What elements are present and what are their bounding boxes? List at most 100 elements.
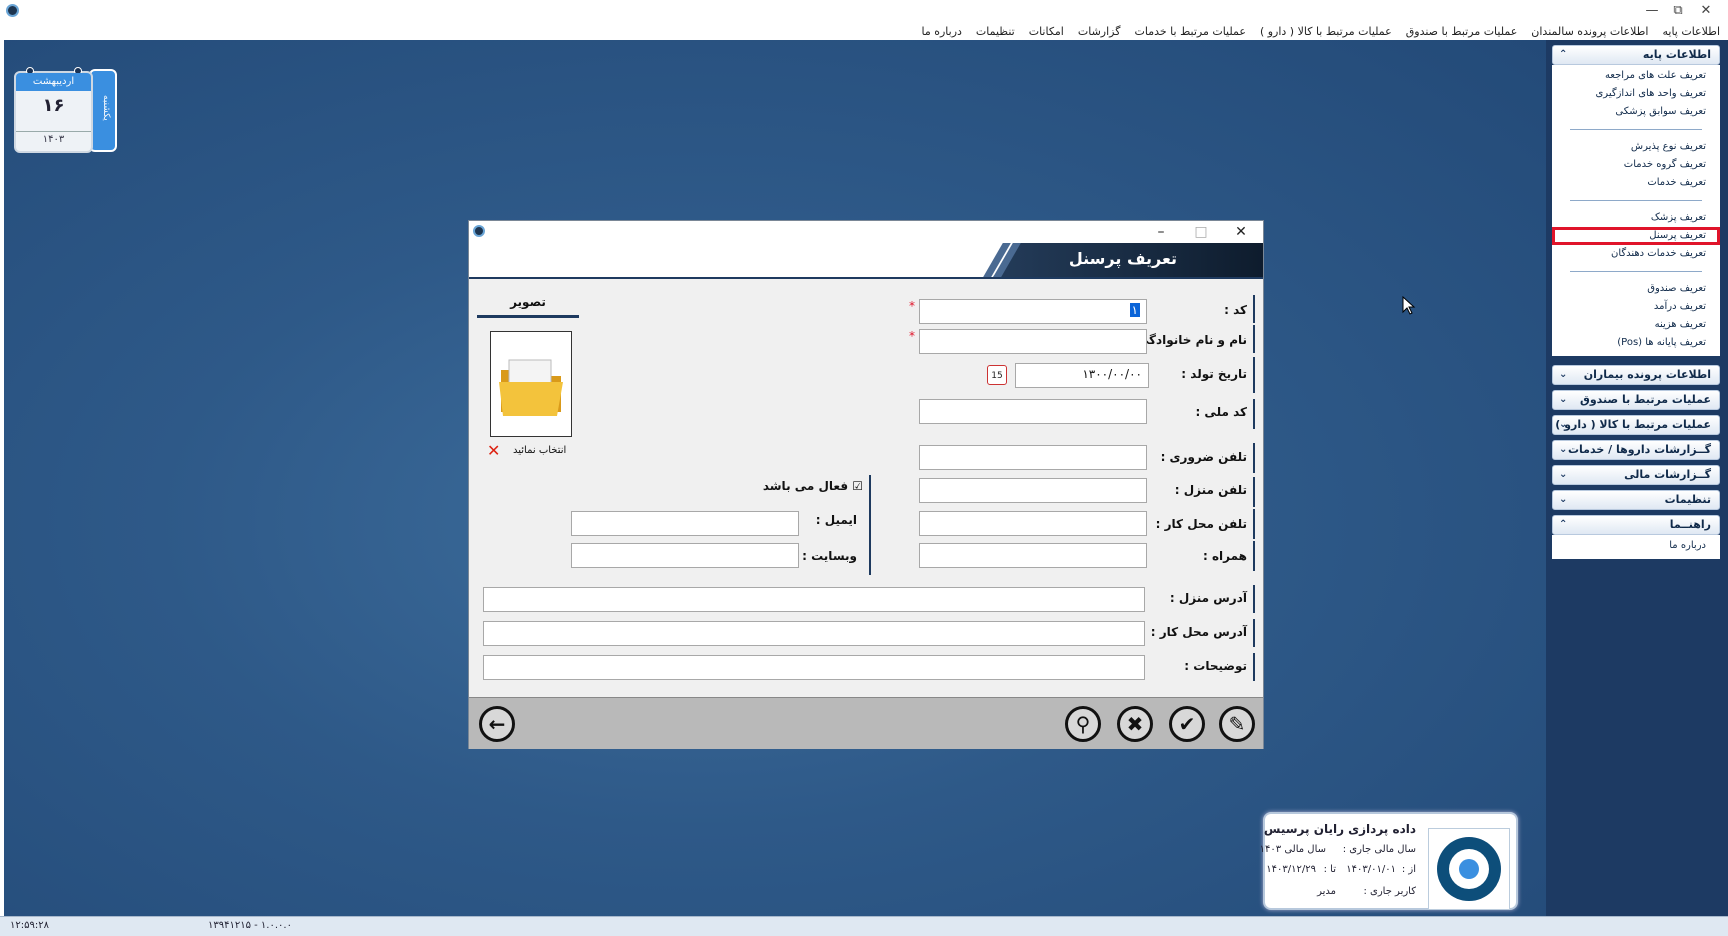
home-phone-label: تلفن منزل :	[1174, 483, 1247, 497]
field-marker	[1253, 653, 1255, 681]
calendar-widget: یکشنبه اردیبهشت ۱۶ ۱۴۰۳	[13, 67, 117, 153]
dialog-minimize-button[interactable]: –	[1141, 222, 1181, 242]
sidebar-item-services[interactable]: تعریف خدمات	[1552, 174, 1720, 192]
sidebar-item-service-providers[interactable]: تعریف خدمات دهندگان	[1552, 245, 1720, 263]
work-phone-label: تلفن محل کار :	[1155, 517, 1247, 531]
active-checkbox-label[interactable]: ☑ فعال می باشد	[763, 479, 863, 493]
field-marker	[1253, 295, 1255, 323]
code-field[interactable]: ۱	[919, 299, 1147, 324]
email-field[interactable]	[571, 511, 799, 536]
calendar-weekday: یکشنبه	[101, 95, 111, 121]
sidebar-divider	[1570, 200, 1702, 201]
sidebar-item-units[interactable]: تعریف واحد های اندازگیری	[1552, 85, 1720, 103]
sidebar-section-drug-reports[interactable]: ⌄ گــزارشات داروها / خدمات	[1552, 440, 1720, 460]
chevron-down-icon[interactable]: ⌄	[1559, 466, 1567, 484]
app-logo-icon	[6, 4, 19, 17]
sidebar-section-patients[interactable]: ⌄ اطلاعات پرونده بیماران	[1552, 365, 1720, 385]
home-address-label: آدرس منزل :	[1169, 591, 1247, 605]
chevron-down-icon[interactable]: ⌄	[1559, 416, 1567, 434]
sidebar-section-cash[interactable]: ⌄ عملیات مرتبط با صندوق	[1552, 390, 1720, 410]
menu-tools[interactable]: امکانات	[1029, 24, 1064, 40]
national-code-field[interactable]	[919, 399, 1147, 424]
dialog-close-button[interactable]: ✕	[1221, 222, 1261, 242]
menu-goods-ops[interactable]: عملیات مرتبط با کالا ( دارو )	[1260, 24, 1392, 40]
chevron-down-icon[interactable]: ⌄	[1559, 391, 1567, 409]
minimize-button[interactable]: —	[1640, 2, 1664, 20]
to-date: ۱۴۰۳/۱۲/۲۹	[1266, 864, 1316, 875]
sidebar-item-admission-type[interactable]: تعریف نوع پذیرش	[1552, 138, 1720, 156]
fiscal-year-label: سال مالی جاری :	[1342, 844, 1416, 855]
search-button[interactable]: ⚲	[1065, 706, 1101, 742]
chevron-down-icon[interactable]: ⌄	[1559, 441, 1567, 459]
company-info-card: داده پردازی رایان پرسیس سال مالی جاری : …	[1259, 812, 1518, 910]
sidebar-section-help[interactable]: ⌃ راهنــما	[1552, 515, 1720, 535]
emergency-phone-field[interactable]	[919, 445, 1147, 470]
photo-tab[interactable]: تصویر	[477, 291, 579, 318]
select-photo-link[interactable]: انتخاب نمائید	[513, 445, 566, 456]
home-address-field[interactable]	[483, 587, 1145, 612]
work-phone-field[interactable]	[919, 511, 1147, 536]
menu-services-ops[interactable]: عملیات مرتبط با خدمات	[1134, 24, 1245, 40]
work-address-field[interactable]	[483, 621, 1145, 646]
calendar-picker-icon[interactable]: 15	[987, 365, 1007, 385]
current-user-label: کاربر جاری :	[1363, 886, 1416, 897]
sidebar-section-goods[interactable]: ⌄ عملیات مرتبط با کالا ( دارو )	[1552, 415, 1720, 435]
mouse-cursor-icon	[1402, 296, 1416, 315]
sidebar-item-medical-history[interactable]: تعریف سوابق پزشکی	[1552, 103, 1720, 121]
sidebar-divider	[1570, 129, 1702, 130]
cancel-button[interactable]: ✖	[1117, 706, 1153, 742]
mobile-field[interactable]	[919, 543, 1147, 568]
menu-elderly-files[interactable]: اطلاعات پرونده سالمندان	[1531, 24, 1648, 40]
chevron-up-icon[interactable]: ⌃	[1559, 516, 1567, 534]
sidebar-section-financial-reports[interactable]: ⌄ گــزارشات مالی	[1552, 465, 1720, 485]
menu-reports[interactable]: گزارشات	[1078, 24, 1121, 40]
restore-button[interactable]: ⧉	[1666, 2, 1690, 20]
menu-bar: اطلاعات پایه اطلاعات پرونده سالمندان عمل…	[0, 24, 1728, 40]
home-phone-field[interactable]	[919, 478, 1147, 503]
active-checkbox[interactable]: ☑	[852, 479, 863, 493]
fiscal-year-value: سال مالی ۱۴۰۳	[1259, 844, 1326, 855]
confirm-button[interactable]: ✔	[1169, 706, 1205, 742]
fullname-field[interactable]	[919, 329, 1147, 354]
menu-cash-ops[interactable]: عملیات مرتبط با صندوق	[1406, 24, 1518, 40]
pencil-icon: ✎	[1228, 712, 1246, 736]
sidebar-section-base-info[interactable]: ⌃ اطلاعات پایه	[1552, 45, 1720, 65]
back-button[interactable]: ←	[479, 706, 515, 742]
sidebar-item-cashbox[interactable]: تعریف صندوق	[1552, 280, 1720, 298]
chevron-up-icon[interactable]: ⌃	[1559, 46, 1567, 64]
website-field[interactable]	[571, 543, 799, 568]
calendar-day: ۱۶	[42, 95, 65, 116]
chevron-down-icon[interactable]: ⌄	[1559, 491, 1567, 509]
company-logo-icon	[1428, 828, 1510, 910]
sidebar-item-income[interactable]: تعریف درآمد	[1552, 298, 1720, 316]
personnel-dialog: – □ ✕ تعریف پرسنل کد : * ۱ نام و نام خان…	[468, 220, 1264, 749]
to-label: تا :	[1323, 864, 1336, 875]
sidebar-item-doctor[interactable]: تعریف پزشک	[1552, 209, 1720, 227]
folder-icon	[499, 359, 563, 416]
menu-base-info[interactable]: اطلاعات پایه	[1662, 24, 1720, 40]
sidebar-item-pos[interactable]: تعریف پایانه ها (Pos)	[1552, 334, 1720, 352]
dialog-maximize-button[interactable]: □	[1181, 222, 1221, 242]
app-titlebar: — ⧉ ✕	[0, 0, 1728, 24]
notes-label: توضیحات :	[1184, 659, 1247, 673]
sidebar-item-about[interactable]: درباره ما	[1552, 537, 1720, 555]
clear-photo-icon[interactable]: ✕	[487, 441, 500, 460]
status-time: ۱۲:۵۹:۲۸	[10, 920, 49, 931]
current-user-value: مدیر	[1317, 886, 1336, 897]
sidebar-section-settings[interactable]: ⌄ تنظیمات	[1552, 490, 1720, 510]
notes-field[interactable]	[483, 655, 1145, 680]
chevron-down-icon[interactable]: ⌄	[1559, 366, 1567, 384]
sidebar-item-visit-reasons[interactable]: تعریف علت های مراجعه	[1552, 67, 1720, 85]
photo-frame[interactable]	[490, 331, 572, 437]
edit-button[interactable]: ✎	[1219, 706, 1255, 742]
dialog-header: تعریف پرسنل	[469, 243, 1263, 279]
sidebar-item-service-group[interactable]: تعریف گروه خدمات	[1552, 156, 1720, 174]
birthdate-field[interactable]: ۱۳۰۰/۰۰/۰۰	[1015, 363, 1149, 388]
close-button[interactable]: ✕	[1694, 2, 1718, 20]
work-address-label: آدرس محل کار :	[1150, 625, 1247, 639]
menu-settings[interactable]: تنظیمات	[976, 24, 1015, 40]
birthdate-label: تاریخ تولد :	[1181, 367, 1247, 381]
sidebar-item-personnel[interactable]: تعریف پرسنل	[1552, 227, 1720, 245]
menu-about[interactable]: درباره ما	[921, 24, 961, 40]
sidebar-item-expense[interactable]: تعریف هزینه	[1552, 316, 1720, 334]
